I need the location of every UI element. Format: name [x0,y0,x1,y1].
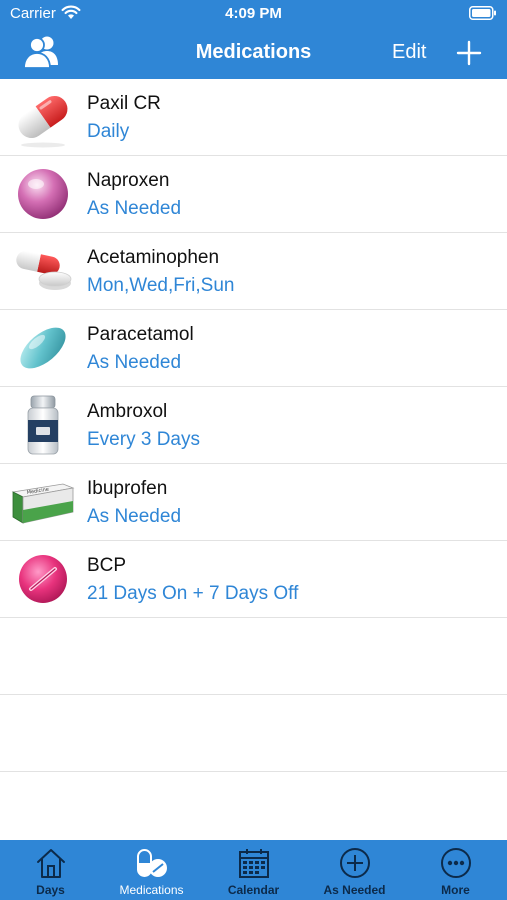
medicine-box-icon: Medicine [11,483,75,524]
nav-bar: Medications Edit [0,28,507,79]
medication-name: Ambroxol [87,401,168,422]
capsule-icon [18,95,68,148]
scored-tablet-icon [19,555,67,603]
medication-row[interactable]: Medicine Ibuprofen As Needed [0,464,507,541]
medication-row[interactable]: Paracetamol As Needed [0,310,507,387]
clock: 4:09 PM [225,5,282,22]
battery-icon [469,6,496,20]
pills-icon [136,849,167,877]
oval-tablet-icon [20,327,66,369]
tab-label: Medications [119,883,184,897]
medication-row[interactable]: Paxil CR Daily [0,79,507,156]
tab-label: Calendar [227,883,280,897]
calendar-icon [238,849,269,878]
tab-calendar[interactable]: Calendar [203,840,304,900]
tab-label: Days [36,883,65,897]
header: Carrier 4:09 PM Medications Edit [0,0,507,79]
medication-name: BCP [87,555,127,576]
medication-schedule: 21 Days On + 7 Days Off [87,583,299,604]
medication-row[interactable]: Naproxen As Needed [0,156,507,233]
medication-schedule: As Needed [87,352,182,373]
page-title: Medications [195,41,312,63]
status-bar: Carrier 4:09 PM [0,0,507,28]
contacts-icon[interactable] [22,34,62,70]
medication-name: Ibuprofen [87,478,168,499]
medication-schedule: Mon,Wed,Fri,Sun [87,275,235,296]
medication-row[interactable]: BCP 21 Days On + 7 Days Off [0,541,507,618]
tab-as-needed[interactable]: As Needed [304,840,405,900]
medication-name: Naproxen [87,170,170,191]
medication-row[interactable]: Acetaminophen Mon,Wed,Fri,Sun [0,233,507,310]
medication-row[interactable]: Ambroxol Every 3 Days [0,387,507,464]
more-icon [440,848,471,878]
plus-circle-icon [339,848,370,878]
medication-schedule: Daily [87,121,130,142]
medication-list: Paxil CR Daily Naproxen As Needed Acetam… [0,79,507,840]
empty-row [0,618,507,695]
tab-label: More [441,883,470,897]
round-pill-icon [18,169,68,219]
medication-name: Paxil CR [87,93,161,114]
tab-label: As Needed [323,883,386,897]
medication-schedule: Every 3 Days [87,429,200,450]
tab-bar: Days Medications Calendar As Needed More [0,840,507,900]
pill-bottle-icon [27,395,59,455]
medication-name: Paracetamol [87,324,194,345]
tab-days[interactable]: Days [0,840,101,900]
edit-button[interactable]: Edit [392,41,426,64]
medication-schedule: As Needed [87,198,182,219]
empty-row [0,695,507,772]
capsule-and-tablet-icon [16,251,72,290]
tab-medications[interactable]: Medications [101,840,202,900]
tab-more[interactable]: More [405,840,506,900]
medication-name: Acetaminophen [87,247,220,268]
add-medication-button[interactable] [456,40,482,66]
medication-schedule: As Needed [87,506,182,527]
house-icon [36,849,65,878]
